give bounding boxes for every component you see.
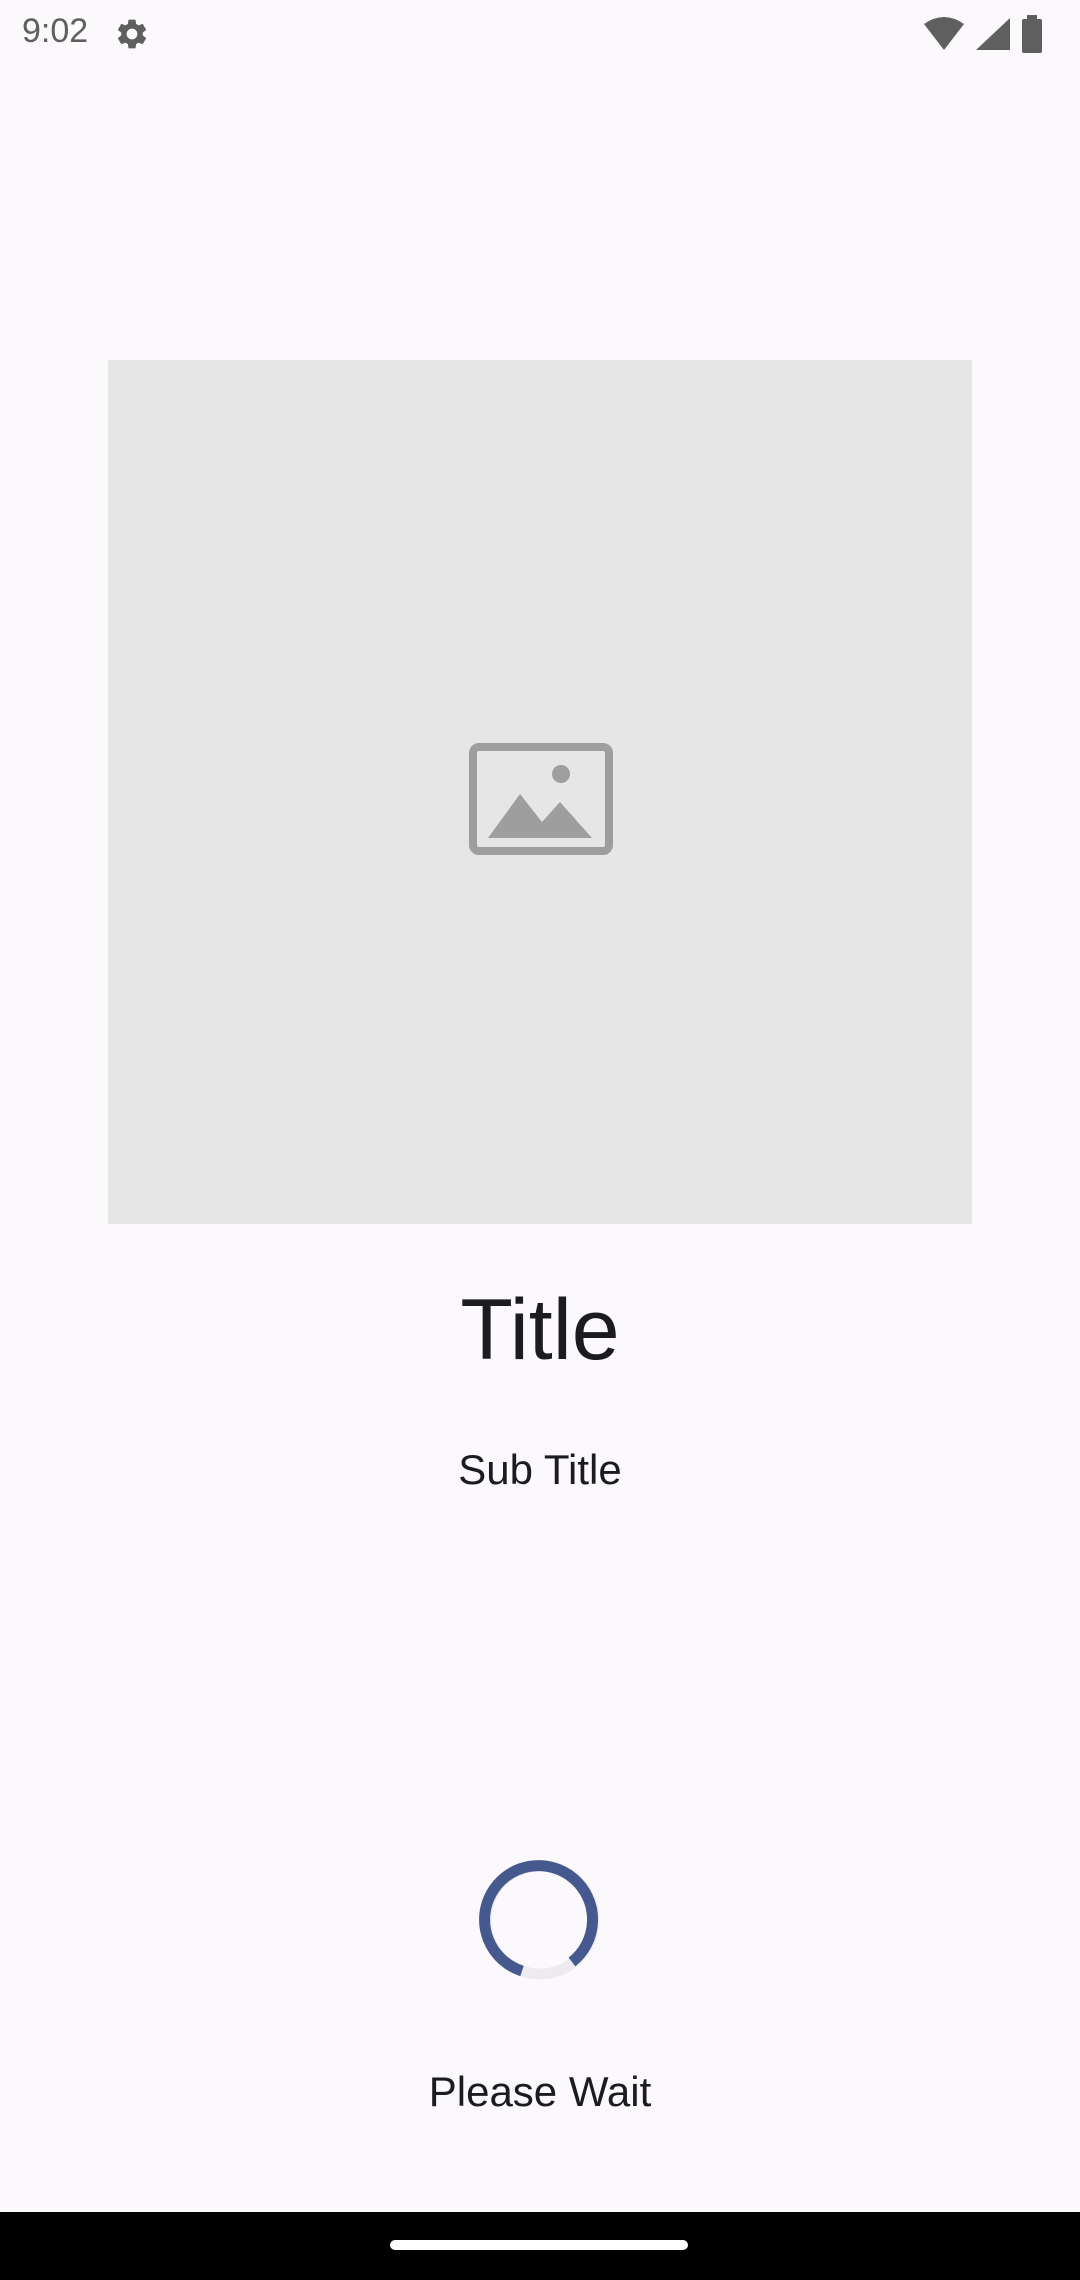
page-title: Title <box>460 1282 620 1378</box>
image-placeholder-icon <box>469 743 613 855</box>
screen: 9:02 Title Sub Title Please Wait <box>0 0 1080 2280</box>
status-bar: 9:02 <box>0 0 1080 66</box>
status-time: 9:02 <box>22 12 89 50</box>
status-icons <box>922 14 1044 54</box>
wifi-icon <box>924 17 964 50</box>
signal-icon <box>976 18 1010 50</box>
home-indicator[interactable] <box>390 2240 688 2250</box>
navigation-bar <box>0 2212 1080 2280</box>
loading-text: Please Wait <box>428 2068 652 2115</box>
page-subtitle: Sub Title <box>458 1446 622 1493</box>
battery-icon <box>1022 15 1042 53</box>
loading-spinner <box>479 1860 600 1980</box>
gear-icon <box>117 19 147 49</box>
